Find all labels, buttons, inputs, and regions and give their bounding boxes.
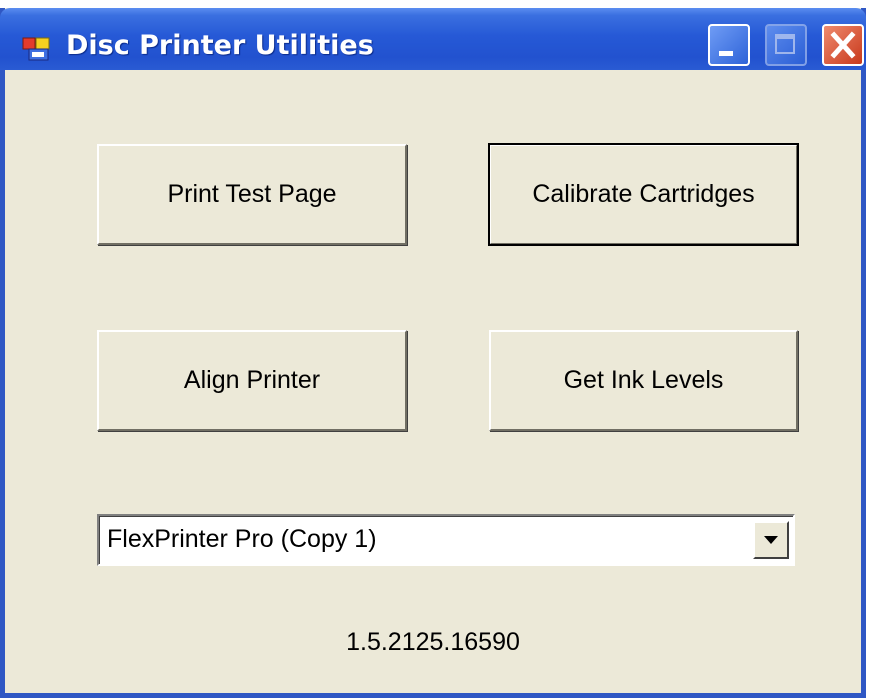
printer-select-value: FlexPrinter Pro (Copy 1) — [107, 525, 377, 553]
app-window-icon — [22, 37, 50, 61]
close-icon — [830, 31, 856, 59]
close-button[interactable] — [822, 24, 864, 66]
maximize-icon — [775, 34, 795, 54]
minimize-button[interactable] — [708, 24, 750, 66]
minimize-icon — [719, 51, 733, 56]
print-test-page-button[interactable]: Print Test Page — [97, 144, 407, 245]
get-ink-levels-button[interactable]: Get Ink Levels — [489, 330, 798, 431]
calibrate-cartridges-button[interactable]: Calibrate Cartridges — [488, 143, 799, 246]
printer-select-dropdown-button[interactable] — [753, 521, 789, 559]
title-bar[interactable]: Disc Printer Utilities — [0, 8, 866, 70]
align-printer-button[interactable]: Align Printer — [97, 330, 407, 431]
window-title: Disc Printer Utilities — [66, 30, 374, 61]
chevron-down-icon — [764, 536, 778, 544]
maximize-button[interactable] — [765, 24, 807, 66]
version-label: 1.5.2125.16590 — [346, 628, 520, 656]
printer-select[interactable]: FlexPrinter Pro (Copy 1) — [97, 514, 795, 566]
